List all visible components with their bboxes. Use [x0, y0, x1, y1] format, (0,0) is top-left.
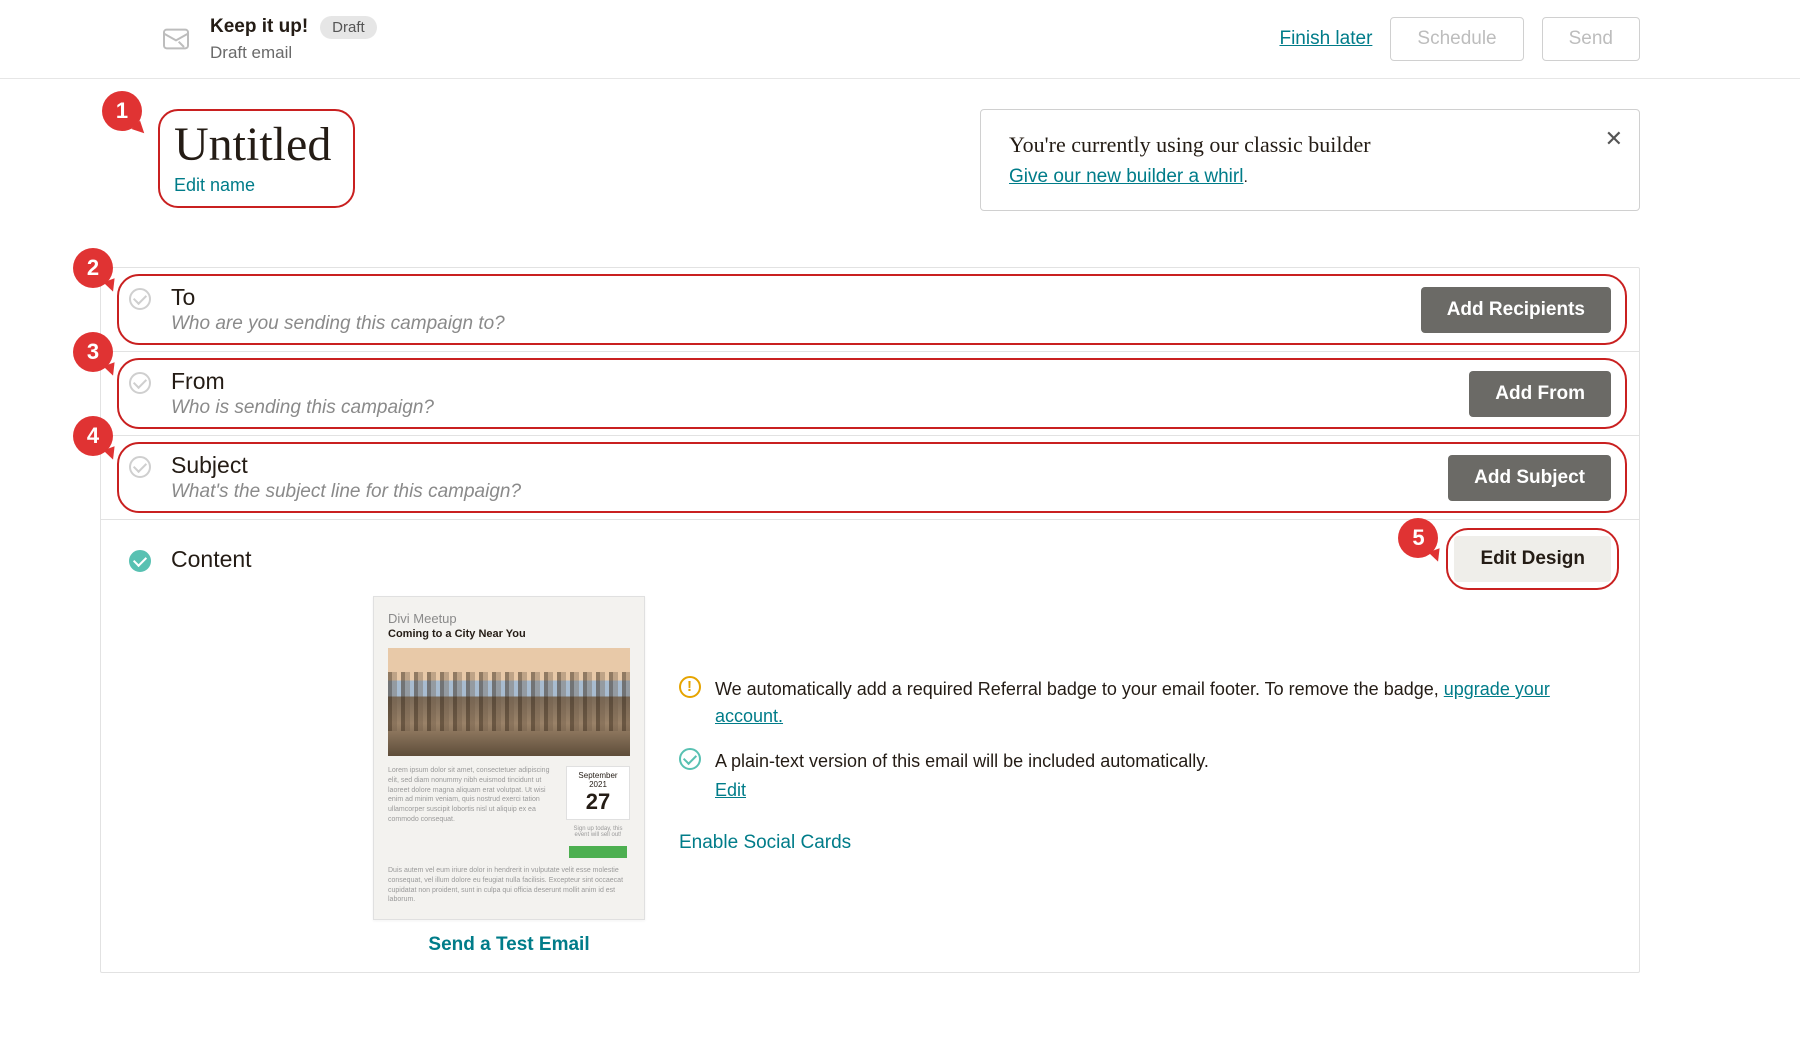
annotation-tail-4	[103, 446, 118, 461]
step-from-sub: Who is sending this campaign?	[171, 397, 434, 419]
preview-heading: Divi Meetup	[388, 611, 630, 626]
add-from-button[interactable]: Add From	[1469, 371, 1611, 417]
header-title-block: Keep it up! Draft Draft email	[210, 16, 377, 63]
check-icon	[129, 456, 151, 478]
email-draft-icon	[160, 23, 192, 55]
content-notes: We automatically add a required Referral…	[679, 596, 1611, 854]
annotation-tail-3	[103, 362, 118, 377]
step-subject-sub: What's the subject line for this campaig…	[171, 481, 521, 503]
header-title-row: Keep it up! Draft	[210, 16, 377, 39]
annotation-tail-5	[1429, 548, 1444, 563]
enable-social-cards-link[interactable]: Enable Social Cards	[679, 832, 851, 854]
preview-lorem: Lorem ipsum dolor sit amet, consectetuer…	[388, 766, 556, 858]
step-subject: 4 Subject What's the subject line for th…	[101, 436, 1639, 520]
step-content-title: Content	[171, 546, 252, 573]
main-area: 1 Untitled Edit name You're currently us…	[0, 79, 1800, 1013]
top-bar: Keep it up! Draft Draft email Finish lat…	[0, 0, 1800, 79]
preview-month: September 2021	[571, 771, 625, 789]
preview-lorem2: Duis autem vel eum iriure dolor in hendr…	[388, 866, 630, 905]
step-subject-title: Subject	[171, 452, 521, 479]
close-icon[interactable]: ✕	[1605, 126, 1623, 152]
edit-design-wrap: 5 Edit Design	[1454, 536, 1611, 582]
check-icon	[129, 372, 151, 394]
email-preview[interactable]: Divi Meetup Coming to a City Near You Lo…	[373, 596, 645, 920]
schedule-button[interactable]: Schedule	[1390, 17, 1523, 61]
step-from-title: From	[171, 368, 434, 395]
annotation-highlight-1: Untitled Edit name	[158, 109, 355, 208]
check-done-icon	[129, 550, 151, 572]
send-button[interactable]: Send	[1542, 17, 1640, 61]
preview-hero-image	[388, 648, 630, 756]
preview-date-card: September 2021 27	[566, 766, 630, 820]
preview-column: Divi Meetup Coming to a City Near You Lo…	[373, 596, 645, 956]
title-row: Untitled Edit name You're currently usin…	[100, 109, 1640, 211]
header-subtitle: Draft email	[210, 43, 377, 63]
add-recipients-button[interactable]: Add Recipients	[1421, 287, 1611, 333]
status-badge: Draft	[320, 16, 377, 39]
note-ok-text: A plain-text version of this email will …	[715, 751, 1209, 771]
add-subject-button[interactable]: Add Subject	[1448, 455, 1611, 501]
promo-link[interactable]: Give our new builder a whirl	[1009, 166, 1243, 188]
header-title: Keep it up!	[210, 16, 308, 38]
preview-day: 27	[571, 791, 625, 813]
campaign-name: Untitled	[174, 121, 331, 169]
check-icon	[129, 288, 151, 310]
preview-subheading: Coming to a City Near You	[388, 628, 630, 640]
step-to: 2 To Who are you sending this campaign t…	[101, 268, 1639, 352]
edit-design-button[interactable]: Edit Design	[1454, 536, 1611, 582]
topbar-right: Finish later Schedule Send	[1279, 17, 1640, 61]
check-ok-icon	[679, 748, 701, 770]
annotation-tail-2	[103, 278, 118, 293]
step-to-title: To	[171, 284, 505, 311]
promo-title: You're currently using our classic build…	[1009, 132, 1611, 158]
note-plaintext: A plain-text version of this email will …	[679, 748, 1611, 804]
finish-later-link[interactable]: Finish later	[1279, 28, 1372, 50]
send-test-email-link[interactable]: Send a Test Email	[428, 934, 589, 956]
preview-signup: Sign up today, this event will sell out!	[566, 826, 630, 838]
warning-icon	[679, 676, 701, 698]
campaign-name-block: Untitled Edit name	[100, 109, 355, 208]
content-body: Divi Meetup Coming to a City Near You Lo…	[129, 596, 1611, 956]
edit-name-link[interactable]: Edit name	[174, 175, 255, 196]
step-content: Content 5 Edit Design Divi Meetup Coming…	[101, 520, 1639, 972]
note-warn-text: We automatically add a required Referral…	[715, 679, 1444, 699]
note-warning: We automatically add a required Referral…	[679, 676, 1611, 730]
promo-banner: You're currently using our classic build…	[980, 109, 1640, 211]
step-from: 3 From Who is sending this campaign? Add…	[101, 352, 1639, 436]
topbar-left: Keep it up! Draft Draft email	[160, 16, 377, 63]
preview-register-button	[569, 846, 627, 858]
campaign-panel: 2 To Who are you sending this campaign t…	[100, 267, 1640, 973]
promo-period: .	[1243, 169, 1247, 186]
step-to-sub: Who are you sending this campaign to?	[171, 313, 505, 335]
edit-plaintext-link[interactable]: Edit	[715, 777, 746, 804]
